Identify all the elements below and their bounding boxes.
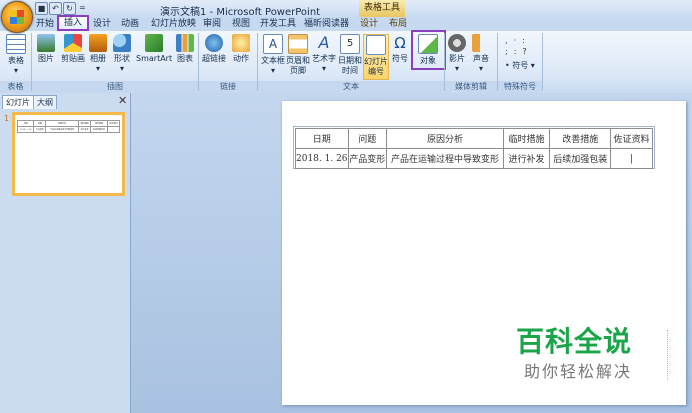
group-label-media: 媒体剪辑 — [445, 81, 497, 93]
thumbnail-cell: 进行补发 — [78, 126, 91, 133]
chart-button[interactable]: 图表 — [174, 34, 196, 64]
table-cell[interactable]: 后续加强包装 — [549, 148, 612, 169]
thumbnail-cell: 后续加强包装 — [89, 126, 109, 133]
wordart-button[interactable]: A 艺术字 ▾ — [311, 34, 337, 74]
tab-insert[interactable]: 插入 — [57, 15, 89, 31]
smartart-button[interactable]: SmartArt — [136, 34, 172, 64]
table-cell[interactable]: 2018. 1. 26 — [295, 148, 349, 169]
table-cell[interactable]: 产品变形 — [347, 148, 388, 169]
chart-icon — [176, 34, 194, 52]
thumbnail-cell: 产品变形 — [33, 126, 47, 133]
tab-foxit-reader[interactable]: 福昕阅读器 — [304, 17, 349, 31]
special-symbol-button[interactable]: • 符号 ▾ — [505, 60, 535, 71]
title-bar — [0, 0, 692, 17]
table-cell-cursor[interactable]: | — [610, 148, 653, 169]
table-cell[interactable]: 进行补发 — [502, 148, 551, 169]
clipart-icon — [64, 34, 82, 52]
picture-icon — [37, 34, 55, 52]
table-row: 2018. 1. 26 产品变形 产品在运输过程中导致变形 进行补发 后续加强包… — [16, 126, 120, 133]
action-star-icon — [232, 34, 250, 52]
header-footer-button[interactable]: 页眉和 页脚 — [285, 34, 311, 76]
table-header-cell[interactable]: 改善措施 — [549, 128, 612, 149]
thumbnail-cell: 产品在运输过程中导致变形 — [45, 126, 80, 133]
header-footer-icon — [288, 34, 308, 54]
tab-design[interactable]: 设计 — [93, 17, 111, 31]
table-tools-title: 表格工具 — [359, 0, 405, 17]
slide-number-icon — [366, 35, 386, 55]
hyperlink-button[interactable]: 超链接 — [202, 34, 226, 64]
omega-icon: Ω — [394, 34, 406, 52]
movie-button[interactable]: 影片 ▾ — [446, 34, 468, 74]
wordart-icon: A — [318, 33, 330, 52]
object-button-highlight — [411, 30, 446, 70]
table-header-cell[interactable]: 临时措施 — [502, 128, 551, 149]
customize-qat-icon[interactable]: = — [77, 2, 88, 13]
symbol-button[interactable]: Ω 符号 — [390, 34, 410, 64]
tab-slides[interactable]: 幻灯片 — [2, 95, 34, 109]
tab-slideshow[interactable]: 幻灯片放映 — [151, 17, 196, 31]
textbox-icon: A — [263, 34, 283, 54]
table-button[interactable]: 表格 ▾ — [3, 34, 29, 76]
group-divider — [542, 33, 543, 91]
date-time-button[interactable]: 5 日期和 时间 — [337, 34, 363, 76]
group-label-table: 表格 — [0, 81, 31, 93]
office-button[interactable] — [1, 1, 33, 33]
slide-table[interactable]: 日期 问题 原因分析 临时措施 改善措施 佐证资料 2018. 1. 26 产品… — [295, 128, 653, 169]
table-row: 2018. 1. 26 产品变形 产品在运输过程中导致变形 进行补发 后续加强包… — [295, 148, 653, 169]
group-label-special-symbols: 特殊符号 — [498, 81, 542, 93]
table-header-cell[interactable]: 日期 — [295, 128, 349, 149]
shapes-button[interactable]: 形状 ▾ — [111, 34, 133, 74]
tab-outline[interactable]: 大纲 — [33, 95, 57, 109]
tab-view[interactable]: 视图 — [232, 17, 250, 31]
slide-thumbnail-number: 1 — [4, 114, 10, 123]
picture-button[interactable]: 图片 — [35, 34, 57, 64]
globe-icon — [205, 34, 223, 52]
table-header-cell[interactable]: 佐证资料 — [610, 128, 653, 149]
table-header-cell[interactable]: 原因分析 — [386, 128, 504, 149]
special-symbol-grid-icon-row2[interactable]: ;:? — [505, 47, 533, 56]
textbox-button[interactable]: A 文本框 ▾ — [259, 34, 287, 76]
tab-review[interactable]: 审阅 — [203, 17, 221, 31]
group-label-links: 链接 — [199, 81, 257, 93]
table-icon — [6, 34, 26, 54]
tab-animation[interactable]: 动画 — [121, 17, 139, 31]
group-label-illustrations: 插图 — [32, 81, 198, 93]
thumbnail-cell: | — [107, 126, 120, 133]
close-icon[interactable]: ✕ — [118, 95, 127, 106]
watermark-title: 百科全说 — [516, 325, 633, 358]
bullet-icon: • — [505, 61, 510, 70]
table-header-row: 日期 问题 原因分析 临时措施 改善措施 佐证资料 — [295, 128, 653, 149]
action-button[interactable]: 动作 — [229, 34, 253, 64]
tab-developer[interactable]: 开发工具 — [260, 17, 296, 31]
watermark-subtitle: 助你轻松解决 — [524, 362, 633, 381]
table-cell[interactable]: 产品在运输过程中导致变形 — [386, 148, 504, 169]
tab-table-design[interactable]: 设计 — [360, 17, 378, 31]
group-label-text: 文本 — [258, 81, 444, 93]
speaker-icon — [472, 34, 490, 52]
calendar-icon: 5 — [340, 34, 360, 54]
thumbnail-table: 日期 问题 原因分析 临时措施 改善措施 佐证资料 2018. 1. 26 产品… — [16, 120, 120, 133]
shapes-icon — [113, 34, 131, 52]
photo-album-button[interactable]: 相册 ▾ — [88, 34, 108, 74]
photo-album-icon — [89, 34, 107, 52]
window-title: 演示文稿1 - Microsoft PowerPoint — [160, 7, 321, 18]
office-logo-icon — [10, 10, 24, 24]
film-reel-icon — [448, 34, 466, 52]
redo-icon[interactable]: ↻ — [63, 2, 76, 15]
smartart-icon — [145, 34, 163, 52]
special-symbol-grid-icon[interactable]: ,·: — [505, 36, 531, 45]
clipart-button[interactable]: 剪贴画 — [59, 34, 87, 64]
tab-home[interactable]: 开始 — [36, 17, 54, 31]
sound-button[interactable]: 声音 ▾ — [470, 34, 492, 74]
save-icon[interactable]: ■ — [35, 2, 48, 15]
slide-number-button[interactable]: 幻灯片 编号 — [363, 34, 389, 80]
vertical-scrollbar[interactable] — [667, 330, 678, 380]
thumbnail-cell: 2018. 1. 26 — [16, 126, 35, 133]
table-header-cell[interactable]: 问题 — [347, 128, 388, 149]
undo-icon[interactable]: ↶ — [49, 2, 62, 15]
tab-table-layout[interactable]: 布局 — [389, 17, 407, 31]
